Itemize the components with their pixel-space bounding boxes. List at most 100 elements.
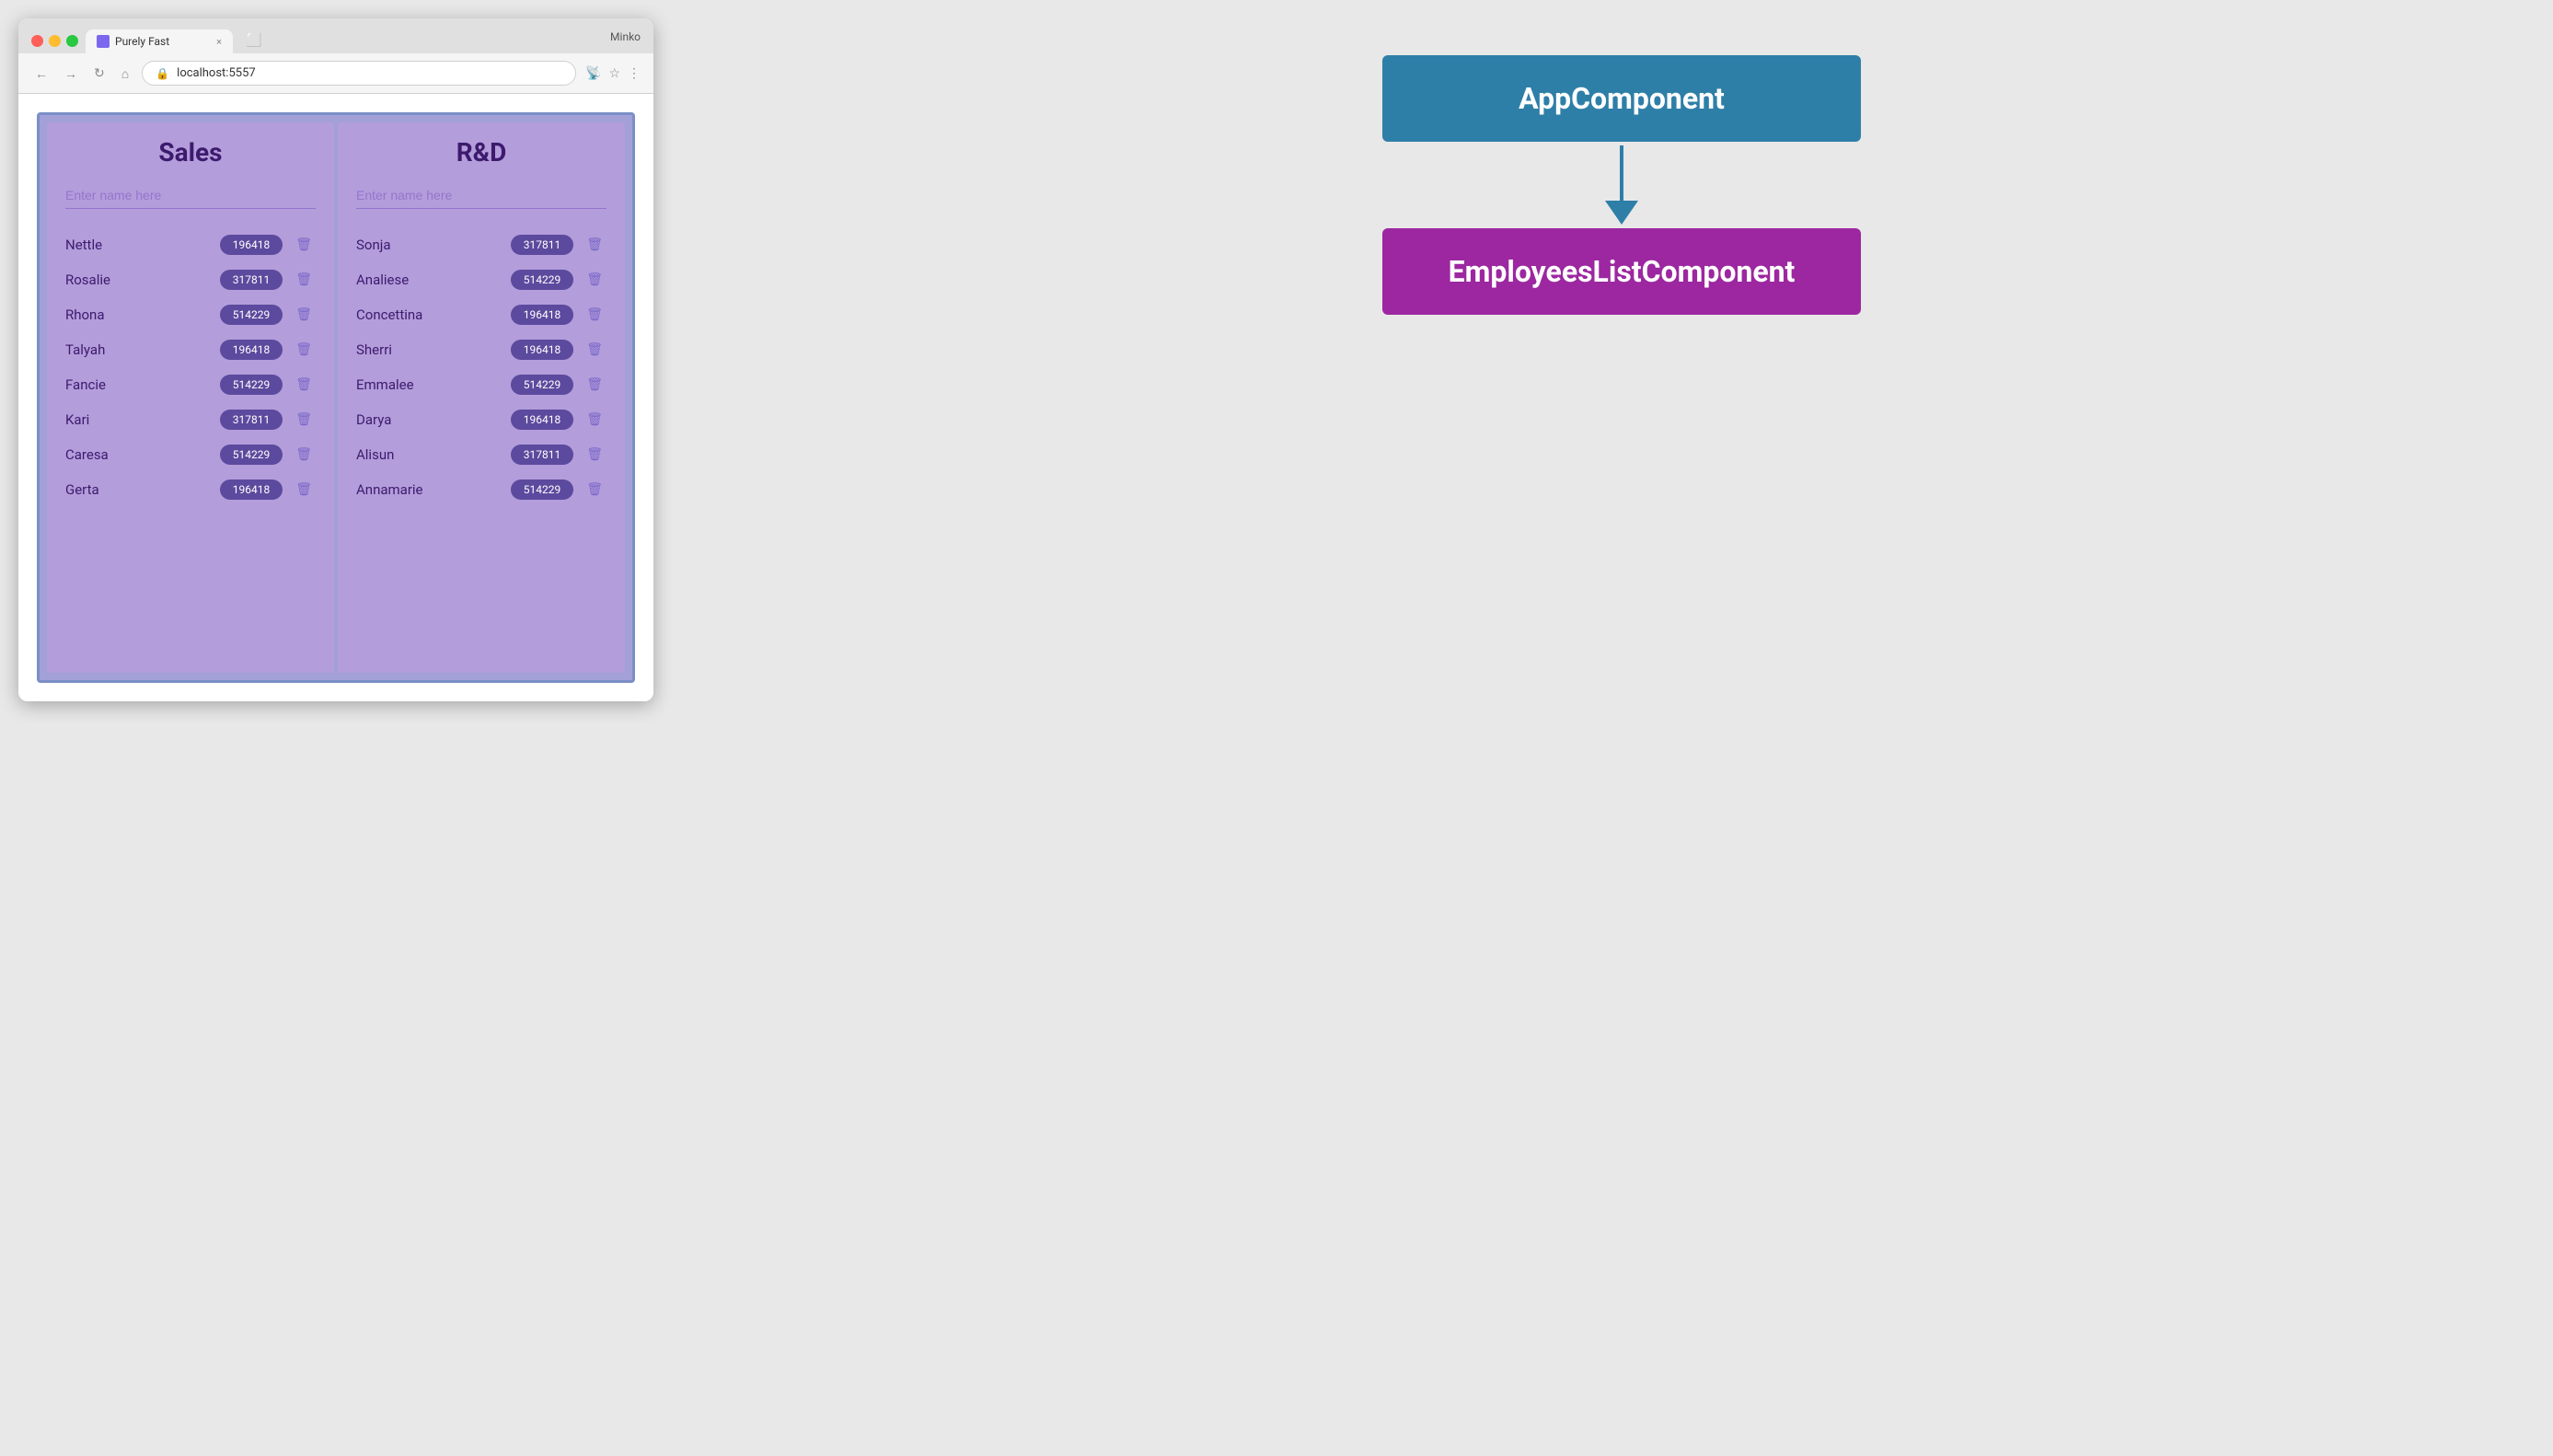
close-light[interactable] — [31, 35, 43, 47]
table-row: Rhona 514229 🗑 — [65, 297, 316, 332]
employee-name: Rosalie — [65, 272, 211, 288]
rnd-employee-list: Sonja 317811 🗑 Analiese 514229 🗑 Concett… — [356, 227, 606, 507]
browser-user: Minko — [610, 30, 641, 51]
employee-badge: 317811 — [511, 445, 573, 465]
employee-badge: 196418 — [220, 340, 283, 360]
employee-badge: 196418 — [220, 480, 283, 500]
table-row: Talyah 196418 🗑 — [65, 332, 316, 367]
employee-badge: 317811 — [220, 270, 283, 290]
sales-employee-list: Nettle 196418 🗑 Rosalie 317811 🗑 Rhona 5… — [65, 227, 316, 507]
employee-name: Annamarie — [356, 481, 502, 498]
tab-bar: Purely Fast × ⬜ — [86, 28, 603, 53]
table-row: Rosalie 317811 🗑 — [65, 262, 316, 297]
delete-icon[interactable]: 🗑 — [583, 341, 606, 359]
delete-icon[interactable]: 🗑 — [292, 271, 316, 289]
employee-badge: 514229 — [220, 445, 283, 465]
app-component-box: AppComponent — [1382, 55, 1861, 142]
employee-name: Fancie — [65, 376, 211, 393]
employee-name: Emmalee — [356, 376, 502, 393]
delete-icon[interactable]: 🗑 — [583, 410, 606, 429]
forward-button[interactable]: → — [61, 64, 81, 83]
employee-name: Gerta — [65, 481, 211, 498]
tab-label: Purely Fast — [115, 35, 169, 48]
browser-content: Sales Nettle 196418 🗑 Rosalie 317811 🗑 R… — [18, 94, 653, 701]
rnd-name-input[interactable] — [356, 182, 606, 209]
table-row: Sonja 317811 🗑 — [356, 227, 606, 262]
employee-badge: 514229 — [220, 375, 283, 395]
delete-icon[interactable]: 🗑 — [583, 271, 606, 289]
employee-badge: 514229 — [511, 270, 573, 290]
new-tab-button[interactable]: ⬜ — [237, 28, 271, 53]
employee-name: Analiese — [356, 272, 502, 288]
employees-component-label: EmployeesListComponent — [1449, 254, 1796, 289]
app-component-label: AppComponent — [1519, 81, 1725, 116]
browser-window: Purely Fast × ⬜ Minko ← → ↻ ⌂ 🔒 localhos… — [18, 18, 653, 701]
table-row: Fancie 514229 🗑 — [65, 367, 316, 402]
reload-button[interactable]: ↻ — [90, 64, 109, 83]
url-text: localhost:5557 — [177, 66, 256, 80]
table-row: Emmalee 514229 🗑 — [356, 367, 606, 402]
table-row: Analiese 514229 🗑 — [356, 262, 606, 297]
delete-icon[interactable]: 🗑 — [292, 480, 316, 499]
active-tab[interactable]: Purely Fast × — [86, 29, 233, 53]
employee-name: Rhona — [65, 306, 211, 323]
rnd-title: R&D — [356, 137, 606, 168]
delete-icon[interactable]: 🗑 — [292, 236, 316, 254]
table-row: Concettina 196418 🗑 — [356, 297, 606, 332]
browser-titlebar: Purely Fast × ⬜ Minko — [18, 18, 653, 53]
delete-icon[interactable]: 🗑 — [583, 236, 606, 254]
employee-badge: 514229 — [511, 480, 573, 500]
employee-badge: 514229 — [220, 305, 283, 325]
employee-badge: 317811 — [220, 410, 283, 430]
delete-icon[interactable]: 🗑 — [292, 306, 316, 324]
sales-title: Sales — [65, 137, 316, 168]
lock-icon: 🔒 — [156, 67, 169, 80]
employee-badge: 514229 — [511, 375, 573, 395]
employee-name: Concettina — [356, 306, 502, 323]
employees-component-box: EmployeesListComponent — [1382, 228, 1861, 315]
sales-panel: Sales Nettle 196418 🗑 Rosalie 317811 🗑 R… — [47, 122, 334, 673]
delete-icon[interactable]: 🗑 — [583, 306, 606, 324]
employee-name: Nettle — [65, 237, 211, 253]
minimize-light[interactable] — [49, 35, 61, 47]
table-row: Gerta 196418 🗑 — [65, 472, 316, 507]
menu-icon[interactable]: ⋮ — [628, 66, 641, 81]
delete-icon[interactable]: 🗑 — [292, 445, 316, 464]
employee-badge: 196418 — [511, 410, 573, 430]
address-bar-row: ← → ↻ ⌂ 🔒 localhost:5557 📡 ☆ ⋮ — [18, 53, 653, 94]
sales-name-input[interactable] — [65, 182, 316, 209]
diagram-area: AppComponent EmployeesListComponent — [709, 18, 2535, 352]
arrow-head — [1605, 201, 1638, 225]
employee-badge: 196418 — [220, 235, 283, 255]
delete-icon[interactable]: 🗑 — [292, 341, 316, 359]
employee-name: Kari — [65, 411, 211, 428]
address-icons: 📡 ☆ ⋮ — [585, 66, 641, 81]
table-row: Caresa 514229 🗑 — [65, 437, 316, 472]
table-row: Sherri 196418 🗑 — [356, 332, 606, 367]
employee-name: Caresa — [65, 446, 211, 463]
delete-icon[interactable]: 🗑 — [583, 376, 606, 394]
employee-badge: 196418 — [511, 305, 573, 325]
table-row: Darya 196418 🗑 — [356, 402, 606, 437]
delete-icon[interactable]: 🗑 — [292, 410, 316, 429]
back-button[interactable]: ← — [31, 64, 52, 83]
cast-icon: 📡 — [585, 66, 601, 81]
top-row: Purely Fast × ⬜ Minko — [31, 28, 641, 53]
address-field[interactable]: 🔒 localhost:5557 — [142, 61, 576, 86]
arrow-line — [1620, 145, 1623, 201]
tab-favicon — [97, 35, 110, 48]
delete-icon[interactable]: 🗑 — [583, 445, 606, 464]
maximize-light[interactable] — [66, 35, 78, 47]
rnd-panel: R&D Sonja 317811 🗑 Analiese 514229 🗑 Con… — [338, 122, 625, 673]
app-container: Sales Nettle 196418 🗑 Rosalie 317811 🗑 R… — [37, 112, 635, 683]
tab-close-button[interactable]: × — [216, 36, 222, 48]
employee-badge: 196418 — [511, 340, 573, 360]
employee-name: Darya — [356, 411, 502, 428]
employee-name: Sherri — [356, 341, 502, 358]
arrow-connector — [1605, 145, 1638, 225]
delete-icon[interactable]: 🗑 — [583, 480, 606, 499]
delete-icon[interactable]: 🗑 — [292, 376, 316, 394]
table-row: Alisun 317811 🗑 — [356, 437, 606, 472]
home-button[interactable]: ⌂ — [118, 64, 133, 83]
bookmark-icon[interactable]: ☆ — [608, 66, 620, 81]
